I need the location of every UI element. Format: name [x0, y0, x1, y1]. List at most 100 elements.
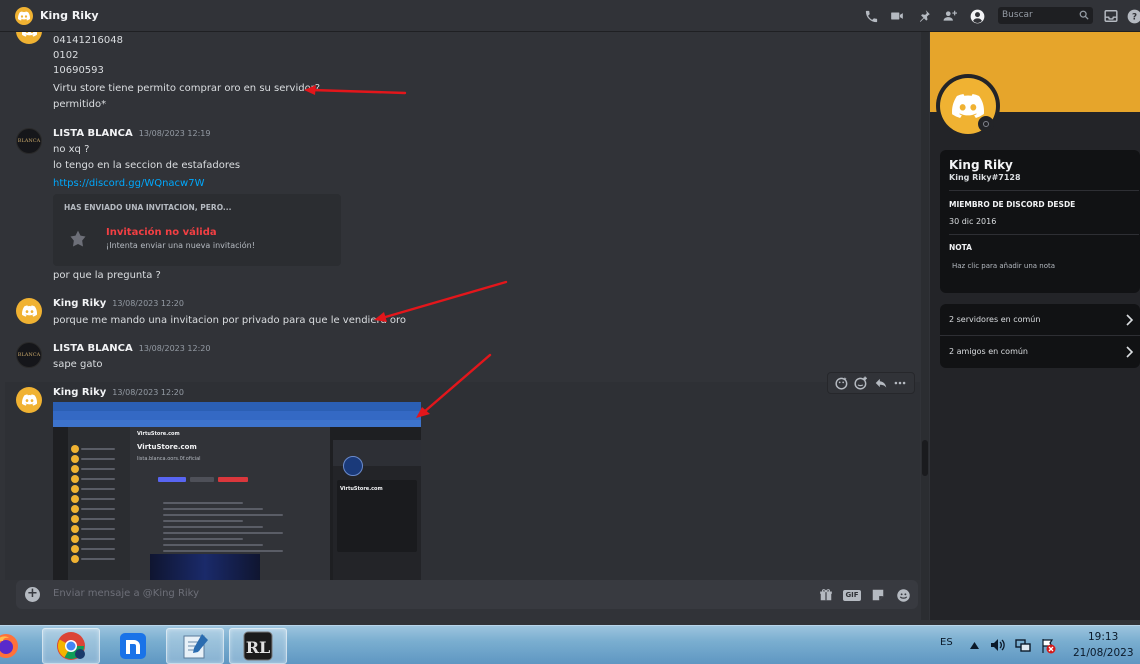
message-composer[interactable]: + Enviar mensaje a @King Riky GIF [16, 580, 918, 609]
embedded-dm-avatar [71, 475, 79, 483]
embedded-profile-name: VirtuStore.com [340, 486, 383, 492]
chevron-right-icon [1126, 314, 1134, 326]
emoji-icon[interactable] [895, 587, 911, 603]
taskbar-firefox[interactable] [0, 628, 28, 664]
embedded-text-line [81, 538, 115, 540]
avatar[interactable] [16, 387, 42, 413]
add-member-icon[interactable] [942, 8, 958, 24]
attach-button[interactable]: + [25, 587, 40, 602]
taskbar-nextcloud[interactable] [104, 628, 162, 664]
message-input[interactable]: Enviar mensaje a @King Riky [53, 588, 199, 599]
invite-title: Invitación no válida [106, 227, 217, 238]
note-input[interactable]: Haz clic para añadir una nota [952, 262, 1055, 270]
dm-title: King Riky [40, 9, 99, 22]
embedded-banner-image [150, 554, 260, 580]
chat-scrollbar-thumb[interactable] [922, 440, 928, 476]
embedded-dm-avatar [71, 455, 79, 463]
user-profile-panel: King Riky King Riky#7128 MIEMBRO DE DISC… [930, 32, 1140, 620]
embedded-text-line [81, 548, 115, 550]
invite-embed: HAS ENVIADO UNA INVITACION, PERO... Invi… [53, 194, 341, 266]
inbox-icon[interactable] [1103, 8, 1119, 24]
rl-game-icon: RL [243, 631, 273, 661]
message-author[interactable]: King Riky 13/08/2023 12:20 [53, 387, 184, 398]
gif-button[interactable]: GIF [843, 587, 861, 603]
message-timestamp: 13/08/2023 12:19 [138, 129, 211, 138]
message-actions [827, 372, 915, 394]
embedded-text-line [81, 558, 115, 560]
embedded-text-line [163, 502, 243, 504]
search-input[interactable]: Buscar [998, 7, 1093, 24]
pin-icon[interactable] [916, 8, 932, 24]
avatar[interactable]: BLANCA [16, 128, 42, 154]
action-center-icon[interactable] [1040, 638, 1056, 654]
embedded-dm-avatar [71, 525, 79, 533]
offline-status-icon [978, 116, 994, 132]
embedded-dm-avatar [71, 555, 79, 563]
author-name[interactable]: King Riky [53, 298, 106, 309]
message-author[interactable]: LISTA BLANCA 13/08/2023 12:19 [53, 128, 210, 139]
gif-label: GIF [843, 589, 861, 601]
mutual-friends-row[interactable]: 2 amigos en común [940, 336, 1140, 368]
profile-toggle-icon[interactable] [969, 8, 985, 24]
invite-subtitle: ¡Intenta enviar una nueva invitación! [106, 241, 255, 250]
author-name[interactable]: LISTA BLANCA [53, 128, 133, 139]
sticker-icon[interactable] [870, 587, 886, 603]
tray-expand-icon[interactable] [970, 642, 979, 649]
message-author[interactable]: King Riky 13/08/2023 12:20 [53, 298, 184, 309]
embedded-text-line [163, 508, 263, 510]
embedded-text-line [81, 478, 115, 480]
dm-avatar[interactable] [15, 7, 33, 25]
discord-logo-icon [21, 305, 37, 317]
author-name[interactable]: King Riky [53, 387, 106, 398]
thread-icon[interactable] [863, 8, 879, 24]
search-icon [1079, 10, 1089, 20]
discord-window: King Riky Buscar ? 04141216048 0102 1069… [0, 0, 1140, 664]
message-timestamp: 13/08/2023 12:20 [138, 344, 211, 353]
embedded-text-line [81, 448, 115, 450]
embedded-guild-list [53, 427, 68, 580]
clock-time[interactable]: 19:13 [1088, 631, 1118, 643]
embedded-text-line [163, 514, 283, 516]
image-attachment[interactable]: VirtuStore.com VirtuStore.com lista.blan… [53, 402, 421, 580]
embedded-text-line [163, 544, 263, 546]
message-list[interactable]: 04141216048 0102 10690593 Virtu store ti… [5, 32, 920, 580]
add-reaction-icon[interactable] [854, 376, 868, 390]
taskbar-notepad[interactable] [166, 628, 224, 664]
super-reaction-icon[interactable] [835, 376, 849, 390]
message-author[interactable]: LISTA BLANCA 13/08/2023 12:20 [53, 343, 210, 354]
clock-date[interactable]: 21/08/2023 [1073, 647, 1134, 659]
search-placeholder: Buscar [1002, 10, 1033, 20]
invalid-invite-icon [70, 230, 86, 247]
profile-tag: King Riky#7128 [949, 173, 1021, 182]
taskbar-chrome[interactable] [42, 628, 100, 664]
message-line: lo tengo en la seccion de estafadores [53, 160, 241, 171]
embedded-dm-avatar [71, 505, 79, 513]
chat-scrollbar[interactable] [921, 32, 929, 620]
video-icon[interactable] [889, 8, 905, 24]
avatar-text: BLANCA [17, 352, 41, 358]
embedded-text-line [81, 518, 115, 520]
help-icon[interactable]: ? [1126, 8, 1140, 24]
browser-tabs [53, 402, 421, 411]
avatar[interactable]: BLANCA [16, 342, 42, 368]
message-line: Virtu store tiene permito comprar oro en… [53, 83, 321, 94]
member-since-label: MIEMBRO DE DISCORD DESDE [949, 200, 1076, 209]
invite-link[interactable]: https://discord.gg/WQnacw7W [53, 178, 204, 189]
member-since-date: 30 dic 2016 [949, 217, 997, 226]
taskbar-rl-game[interactable]: RL [229, 628, 287, 664]
gift-icon[interactable] [818, 587, 834, 603]
mutual-servers-row[interactable]: 2 servidores en común [940, 304, 1140, 336]
message-timestamp: 13/08/2023 12:20 [112, 388, 184, 397]
more-icon[interactable] [893, 376, 907, 390]
language-indicator[interactable]: ES [940, 637, 953, 648]
avatar[interactable] [16, 32, 42, 44]
network-icon[interactable] [1015, 638, 1031, 653]
embedded-text-line [81, 488, 115, 490]
author-name[interactable]: LISTA BLANCA [53, 343, 133, 354]
reply-icon[interactable] [874, 376, 888, 390]
discord-logo-icon [21, 394, 37, 406]
browser-address-bar [53, 411, 421, 420]
avatar[interactable] [16, 298, 42, 324]
volume-icon[interactable] [990, 638, 1006, 652]
discord-logo-icon [952, 94, 984, 118]
